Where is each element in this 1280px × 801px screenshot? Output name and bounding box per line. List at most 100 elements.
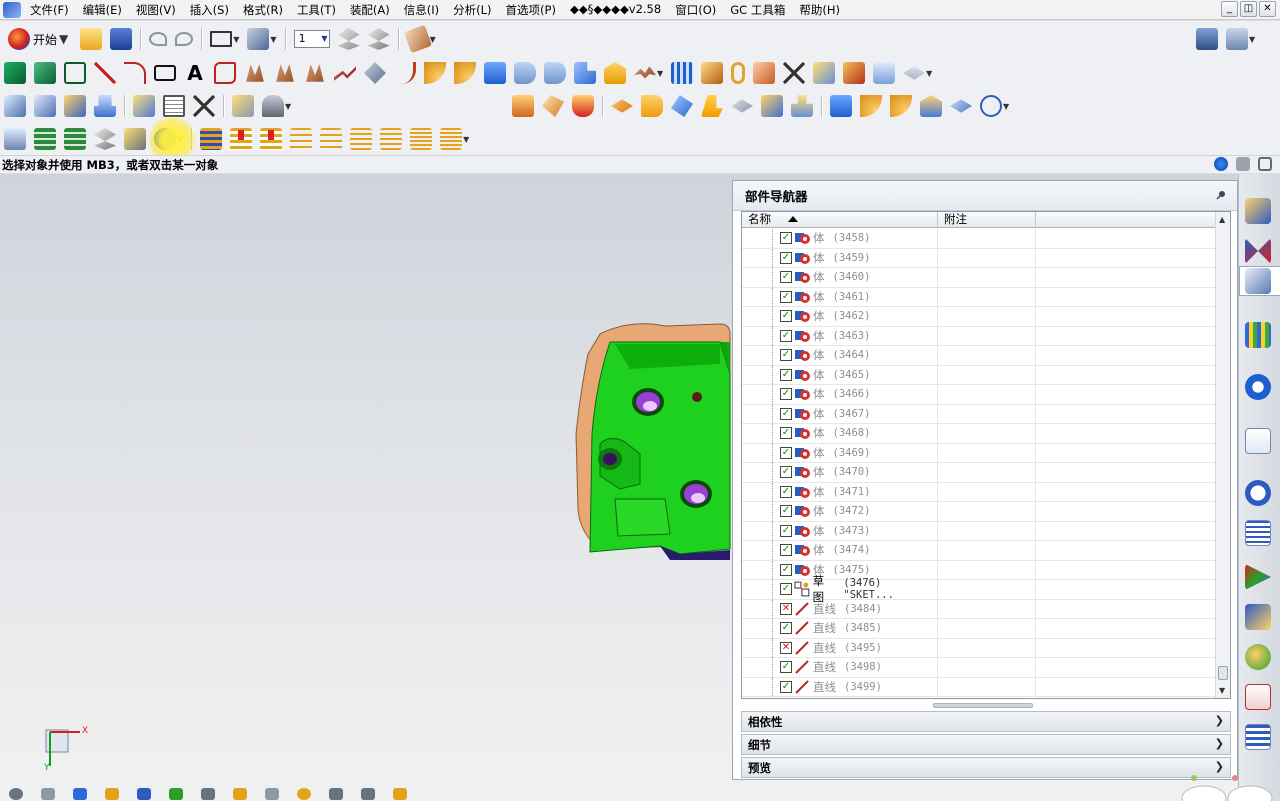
text-tool-icon[interactable]: A — [184, 62, 206, 84]
combine-icon[interactable] — [761, 95, 783, 117]
menu-item[interactable]: 帮助(H) — [792, 2, 847, 18]
tree-row[interactable]: ✓ 草图 (3476) "SKET... — [742, 574, 1216, 604]
shield-icon[interactable] — [572, 95, 594, 117]
curve-editor-icon[interactable] — [634, 66, 656, 79]
pin-icon[interactable] — [1215, 189, 1227, 201]
menu-item[interactable]: 分析(L) — [446, 2, 498, 18]
tree-row[interactable]: ✓ 直线 (3485) — [742, 619, 1216, 639]
history-clock-icon[interactable] — [1245, 480, 1271, 506]
tree-row[interactable]: ✓ 体 (3466) — [742, 385, 1216, 405]
visibility-checkbox-checked[interactable]: ✓ — [780, 251, 792, 264]
axis-icon[interactable] — [169, 787, 183, 800]
web-browser-icon[interactable] — [1245, 428, 1271, 454]
menu-item[interactable]: 窗口(O) — [668, 2, 723, 18]
move-to-layer-icon[interactable] — [34, 128, 56, 150]
globe-icon[interactable] — [1214, 157, 1228, 171]
grid-icon[interactable] — [361, 787, 375, 800]
splitter-handle[interactable] — [933, 703, 1033, 708]
tree-row[interactable]: ✓ 体 (3460) — [742, 268, 1216, 288]
tile-icon[interactable] — [1236, 157, 1250, 171]
box-icon[interactable] — [512, 95, 534, 117]
stack-icon[interactable] — [1196, 28, 1218, 50]
tree-row[interactable]: ✓ 体 (3473) — [742, 521, 1216, 541]
constraint-navigator-icon[interactable] — [1245, 238, 1271, 264]
pattern-icon[interactable] — [64, 95, 86, 117]
csys-icon[interactable] — [201, 787, 215, 800]
visibility-checkbox-checked[interactable]: ✓ — [780, 485, 792, 498]
book-icon[interactable] — [671, 62, 694, 84]
visibility-checkbox-checked[interactable]: ✓ — [780, 544, 792, 557]
menu-item[interactable]: 装配(A) — [343, 2, 397, 18]
visibility-checkbox-checked[interactable]: ✓ — [780, 329, 792, 342]
tree-row[interactable]: ✓ 直线 (3499) — [742, 677, 1216, 697]
distribute-vertical-icon[interactable] — [350, 128, 373, 150]
menu-item[interactable]: 格式(R) — [236, 2, 290, 18]
sheet-icon[interactable] — [329, 787, 343, 800]
visibility-checkbox-checked[interactable]: ✓ — [780, 524, 792, 537]
visibility-checkbox-checked[interactable]: ✓ — [780, 661, 792, 674]
tree-row[interactable]: ✓ 体 (3472) — [742, 502, 1216, 522]
distribute-icon[interactable] — [290, 128, 313, 150]
tree-row[interactable]: ✓ 体 (3463) — [742, 326, 1216, 346]
menu-item[interactable]: ◆◆§◆◆◆◆v2.58 — [563, 2, 668, 18]
intersect-icon[interactable] — [64, 62, 86, 84]
work-layer-select[interactable]: 1 — [293, 30, 330, 48]
tree-row[interactable]: ✕ 直线 (3484) — [742, 599, 1216, 619]
column-header-note[interactable]: 附注 — [938, 212, 1036, 227]
chevron-down-icon[interactable]: ▼ — [1249, 35, 1255, 44]
move-face-icon[interactable] — [94, 95, 116, 117]
line-tool-icon[interactable] — [94, 62, 116, 84]
save-icon[interactable] — [110, 28, 133, 50]
arc-tool-icon[interactable] — [124, 62, 146, 84]
visibility-checkbox-checked[interactable]: ✓ — [780, 466, 792, 479]
tree-row[interactable]: ✓ 体 (3459) — [742, 248, 1216, 268]
open-folder-icon[interactable] — [80, 28, 103, 50]
assembly-icon[interactable] — [574, 62, 596, 84]
menu-item[interactable]: 文件(F) — [23, 2, 76, 18]
intersection-curve-icon[interactable] — [364, 62, 386, 84]
tree-row[interactable]: ✓ 体 (3458) — [742, 229, 1216, 249]
filter-cursor-icon[interactable] — [247, 28, 270, 50]
tree-row[interactable]: ✓ 体 (3461) — [742, 287, 1216, 307]
subtract-icon[interactable] — [34, 62, 56, 84]
replace-face-icon[interactable] — [133, 95, 155, 117]
paint-icon[interactable] — [262, 95, 284, 117]
tree-row[interactable]: ✓ 体 (3462) — [742, 307, 1216, 327]
section-dependencies[interactable]: 相依性 ❯ — [741, 711, 1231, 732]
visibility-checkbox-checked[interactable]: ✓ — [780, 505, 792, 518]
visibility-checkbox-checked[interactable]: ✓ — [780, 563, 792, 576]
database-icon[interactable] — [1226, 28, 1248, 50]
visibility-checkbox-checked[interactable]: ✓ — [780, 271, 792, 284]
visibility-checkbox-checked[interactable]: ✓ — [780, 622, 792, 635]
process-studio-icon[interactable] — [1245, 564, 1271, 590]
anchor-icon[interactable] — [233, 787, 247, 800]
layer-category-icon[interactable] — [4, 128, 26, 150]
visibility-checkbox-checked[interactable]: ✓ — [780, 446, 792, 459]
visibility-checkbox-checked[interactable]: ✓ — [780, 232, 792, 245]
manufacturing-wizard-icon[interactable] — [1245, 604, 1271, 630]
full-screen-icon[interactable] — [1258, 157, 1272, 171]
cube-icon[interactable] — [830, 95, 852, 117]
minimize-button[interactable]: _ — [1221, 1, 1238, 17]
menu-item[interactable]: 首选项(P) — [499, 2, 563, 18]
tree-scrollbar[interactable]: ▲ ▼ — [1215, 212, 1230, 698]
paper-clip-icon[interactable] — [731, 62, 746, 84]
sweep-icon[interactable] — [542, 95, 564, 117]
spread-all-icon[interactable] — [440, 128, 463, 150]
sew-icon[interactable] — [813, 62, 836, 84]
assembly-navigator-icon[interactable] — [1245, 198, 1271, 224]
mold-plate-model[interactable] — [570, 314, 740, 564]
chevron-down-icon[interactable]: ▼ — [233, 35, 239, 44]
plate-icon[interactable] — [731, 99, 753, 113]
patch-icon[interactable] — [903, 66, 926, 80]
section-details[interactable]: 细节 ❯ — [741, 734, 1231, 755]
edit-object-display-icon[interactable] — [403, 24, 432, 54]
tree-row[interactable]: ✓ 体 (3474) — [742, 541, 1216, 561]
visibility-checkbox-checked[interactable]: ✓ — [780, 680, 792, 693]
polygon-tool-icon[interactable] — [214, 62, 236, 84]
insert-icon[interactable] — [791, 95, 813, 117]
view-orient-icon[interactable] — [9, 787, 23, 800]
distribute-even-icon[interactable] — [320, 128, 343, 150]
chevron-down-icon[interactable]: ▼ — [1003, 102, 1009, 111]
chevron-down-icon[interactable]: ▼ — [463, 135, 469, 144]
